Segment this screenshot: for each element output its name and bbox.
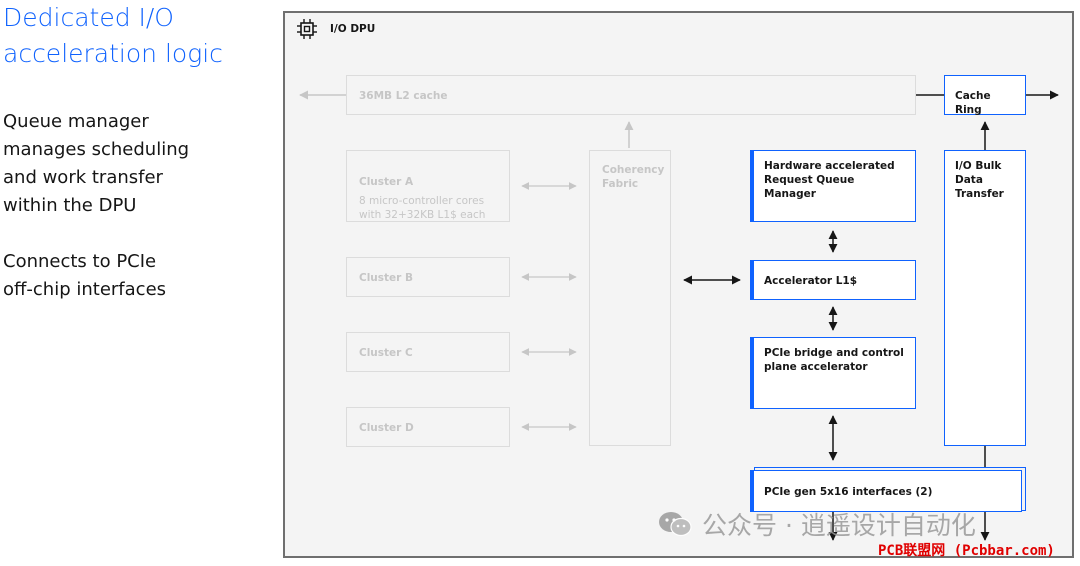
watermark-credit: PCB联盟网 (Pcbbar.com) (878, 543, 1055, 559)
cluster-d-label: Cluster D (359, 422, 414, 434)
cluster-c-label: Cluster C (359, 347, 413, 359)
bulk-transfer-block: I/O Bulk Data Transfer (944, 150, 1026, 446)
watermark-text: 公众号 · 逍遥设计自动化 (702, 511, 976, 540)
queue-manager-block: Hardware accelerated Request Queue Manag… (750, 150, 916, 222)
cluster-d-block: Cluster D (346, 407, 510, 447)
pcie-bridge-label: PCIe bridge and control plane accelerato… (764, 347, 904, 373)
wechat-icon (659, 512, 692, 537)
cache-ring-block: Cache Ring (944, 75, 1026, 116)
pcie-interfaces-label: PCIe gen 5x16 interfaces (2) (764, 486, 933, 498)
cluster-a-detail: 8 micro-controller cores with 32+32KB L1… (359, 195, 486, 221)
coherency-fabric-label: Coherency Fabric (602, 164, 665, 190)
l2-cache-label: 36MB L2 cache (359, 90, 448, 102)
cluster-c-block: Cluster C (346, 332, 510, 372)
cluster-b-block: Cluster B (346, 257, 510, 297)
queue-manager-label: Hardware accelerated Request Queue Manag… (764, 160, 895, 200)
watermark: 公众号 · 逍遥设计自动化 (658, 506, 976, 542)
coherency-fabric-block: Coherency Fabric (589, 150, 671, 446)
pcie-bridge-block: PCIe bridge and control plane accelerato… (750, 337, 916, 409)
cache-ring-label: Cache Ring (955, 90, 991, 116)
l2-cache-block: 36MB L2 cache (346, 75, 916, 115)
cluster-a-block: Cluster A 8 micro-controller cores with … (346, 150, 510, 222)
accelerator-l1-label: Accelerator L1$ (764, 275, 858, 287)
bulk-transfer-label: I/O Bulk Data Transfer (955, 160, 1004, 200)
cluster-a-label: Cluster A (359, 176, 414, 188)
accelerator-l1-block: Accelerator L1$ (750, 260, 916, 300)
cluster-b-label: Cluster B (359, 272, 414, 284)
